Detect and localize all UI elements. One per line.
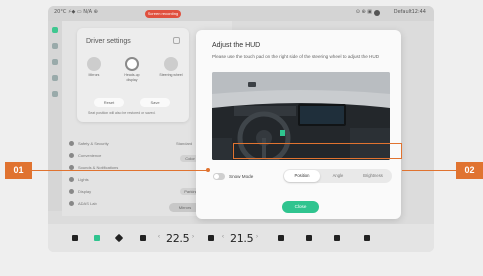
- display-icon: [69, 189, 74, 194]
- right-temp-increase-icon[interactable]: ›: [256, 234, 258, 240]
- settings-row-adas[interactable]: ADAS Lab: [78, 201, 97, 206]
- right-temperature[interactable]: 21.5: [230, 232, 254, 245]
- fan-icon[interactable]: [208, 235, 214, 241]
- standard-label: Standard: [176, 141, 193, 146]
- left-temp-increase-icon[interactable]: ›: [192, 234, 194, 240]
- save-button[interactable]: Save: [140, 98, 170, 107]
- settings-row-safety[interactable]: Safety & Security: [78, 141, 109, 146]
- adas-icon: [69, 201, 74, 206]
- tab-brightness[interactable]: Brightness: [355, 170, 391, 182]
- car-display: 20°C ⚡◆ ▭ N/A ⊕ Screen recording ⊙ ⊕ ▣ D…: [48, 6, 434, 252]
- mirrors-mode[interactable]: Mirrors: [82, 57, 106, 78]
- left-temp-decrease-icon[interactable]: ‹: [158, 234, 160, 240]
- steering-wheel-mode-label: Steering wheel: [159, 73, 183, 77]
- nav-seat-icon[interactable]: [52, 43, 58, 49]
- snow-mode-label: Snow Mode: [229, 174, 254, 179]
- nav-light-icon[interactable]: [52, 59, 58, 65]
- settings-row-lights[interactable]: Lights: [78, 177, 89, 182]
- driver-settings-note: Seat position will also be restored or s…: [88, 111, 156, 115]
- hud-icon: [125, 57, 139, 71]
- seat-heat-icon[interactable]: [278, 235, 284, 241]
- settings-row-convenience[interactable]: Convenience: [78, 153, 101, 158]
- dialog-description: Please use the touch pad on the right si…: [212, 54, 380, 59]
- status-bar: 20°C ⚡◆ ▭ N/A ⊕ Screen recording ⊙ ⊕ ▣ D…: [48, 6, 434, 21]
- screen-recording-badge[interactable]: Screen recording: [145, 10, 181, 18]
- volume-icon[interactable]: [334, 235, 340, 241]
- hud-mode[interactable]: Heads-up display: [120, 57, 144, 82]
- callout-01: 01: [5, 162, 32, 179]
- settings-row-display[interactable]: Display: [78, 189, 91, 194]
- tab-angle[interactable]: Angle: [320, 170, 356, 182]
- phone-icon[interactable]: [140, 235, 146, 241]
- annotated-screenshot: 20°C ⚡◆ ▭ N/A ⊕ Screen recording ⊙ ⊕ ▣ D…: [0, 0, 483, 276]
- convenience-icon: [69, 153, 74, 158]
- lights-icon: [69, 177, 74, 182]
- status-left-info: 20°C ⚡◆ ▭ N/A ⊕: [54, 9, 98, 15]
- reset-button[interactable]: Reset: [94, 98, 124, 107]
- hud-mode-label: Heads-up display: [124, 73, 140, 82]
- navigation-icon[interactable]: [114, 233, 124, 243]
- car-icon[interactable]: [94, 235, 100, 241]
- tab-position[interactable]: Position: [284, 170, 320, 182]
- callout-01-line: [32, 170, 208, 171]
- nav-sound-icon[interactable]: [52, 91, 58, 97]
- close-button[interactable]: Close: [282, 201, 319, 213]
- callout-01-dot: [206, 168, 210, 172]
- nav-display-icon[interactable]: [52, 75, 58, 81]
- adjust-hud-dialog: Adjust the HUD Please use the touch pad …: [196, 30, 401, 219]
- callout-02: 02: [456, 162, 483, 179]
- driver-settings-title: Driver settings: [86, 38, 131, 45]
- clock: 12:44: [411, 9, 426, 15]
- home-icon[interactable]: [72, 235, 78, 241]
- driver-settings-close-icon[interactable]: [173, 37, 180, 44]
- safety-icon: [69, 141, 74, 146]
- callout-02-line: [402, 170, 456, 171]
- snow-mode-toggle[interactable]: [213, 173, 225, 180]
- bottom-dock: ‹ 22.5 › ‹ 21.5 ›: [48, 224, 434, 252]
- nav-car-icon[interactable]: [52, 27, 58, 33]
- steering-wheel-icon: [164, 57, 178, 71]
- right-temp-decrease-icon[interactable]: ‹: [222, 234, 224, 240]
- mirror-icon: [87, 57, 101, 71]
- callout-02-highlight: [233, 143, 402, 159]
- music-icon[interactable]: [306, 235, 312, 241]
- steering-wheel-mode[interactable]: Steering wheel: [159, 57, 183, 78]
- user-name[interactable]: Default: [394, 9, 412, 15]
- mirrors-mode-label: Mirrors: [88, 73, 100, 77]
- dialog-title: Adjust the HUD: [212, 42, 261, 49]
- driver-settings-panel: Driver settings Mirrors Heads-up display…: [77, 28, 189, 122]
- side-nav: [48, 21, 62, 211]
- left-temperature[interactable]: 22.5: [166, 232, 190, 245]
- user-avatar-icon: [374, 10, 380, 16]
- hud-adjust-tabs: Position Angle Brightness: [283, 169, 392, 183]
- apps-grid-icon[interactable]: [364, 235, 370, 241]
- status-right-icons: ⊙ ⊕ ▣: [355, 9, 372, 15]
